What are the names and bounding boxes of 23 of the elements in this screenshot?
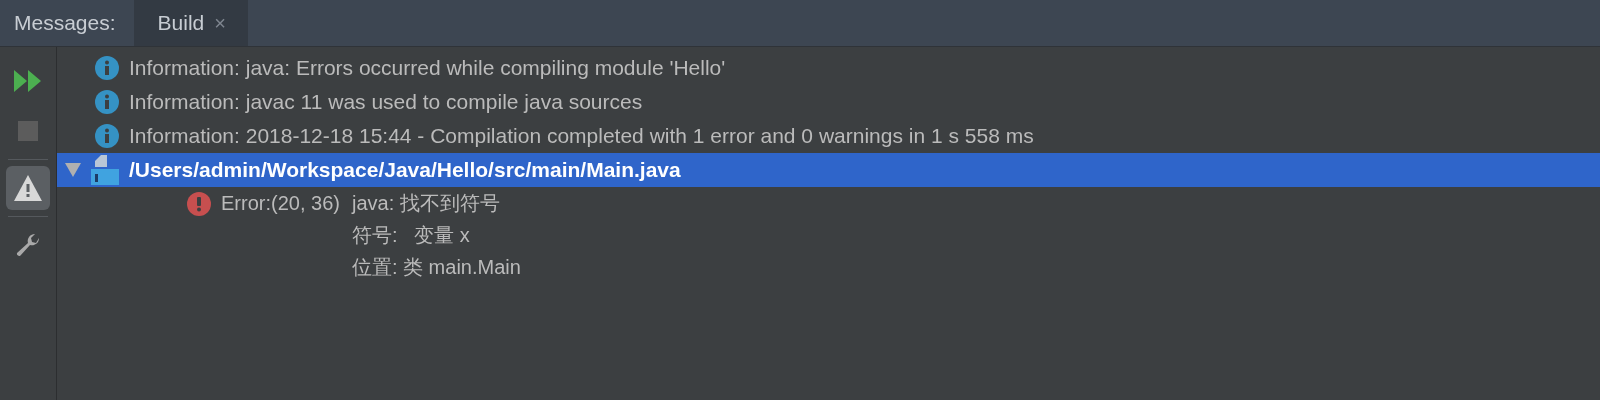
caret-icon[interactable] bbox=[65, 163, 81, 177]
message-text: Information: java: Errors occurred while compiling module 'Hello' bbox=[129, 56, 726, 80]
rerun-icon bbox=[14, 70, 42, 92]
error-message-line: java: 找不到符号 bbox=[351, 191, 501, 216]
messages-label: Messages: bbox=[13, 10, 117, 36]
file-icon bbox=[91, 155, 119, 185]
wrench-icon bbox=[15, 232, 41, 258]
message-text: Information: 2018-12-18 15:44 - Compilation completed with 1 error and 0 warnings in 1 s 558 ms bbox=[129, 124, 1034, 148]
info-icon bbox=[95, 124, 119, 148]
info-icon bbox=[95, 56, 119, 80]
build-tab[interactable]: Build × bbox=[133, 0, 248, 46]
file-row[interactable]: /Users/admin/Workspace/Java/Hello/src/main/Main.java bbox=[57, 153, 1600, 187]
file-path: /Users/admin/Workspace/Java/Hello/src/main/Main.java bbox=[129, 158, 681, 182]
error-location: Error:(20, 36) bbox=[221, 191, 340, 216]
error-message-line: 符号: 变量 x bbox=[351, 223, 471, 248]
message-text: Information: javac 11 was used to compile java sources bbox=[129, 90, 643, 114]
close-icon[interactable]: × bbox=[214, 11, 226, 35]
warning-icon bbox=[14, 175, 42, 201]
stop-icon bbox=[18, 121, 38, 141]
info-icon bbox=[95, 90, 119, 114]
error-message-line: 位置: 类 main.Main bbox=[351, 255, 521, 280]
error-icon bbox=[187, 192, 211, 216]
toolbar-button[interactable] bbox=[6, 166, 50, 210]
